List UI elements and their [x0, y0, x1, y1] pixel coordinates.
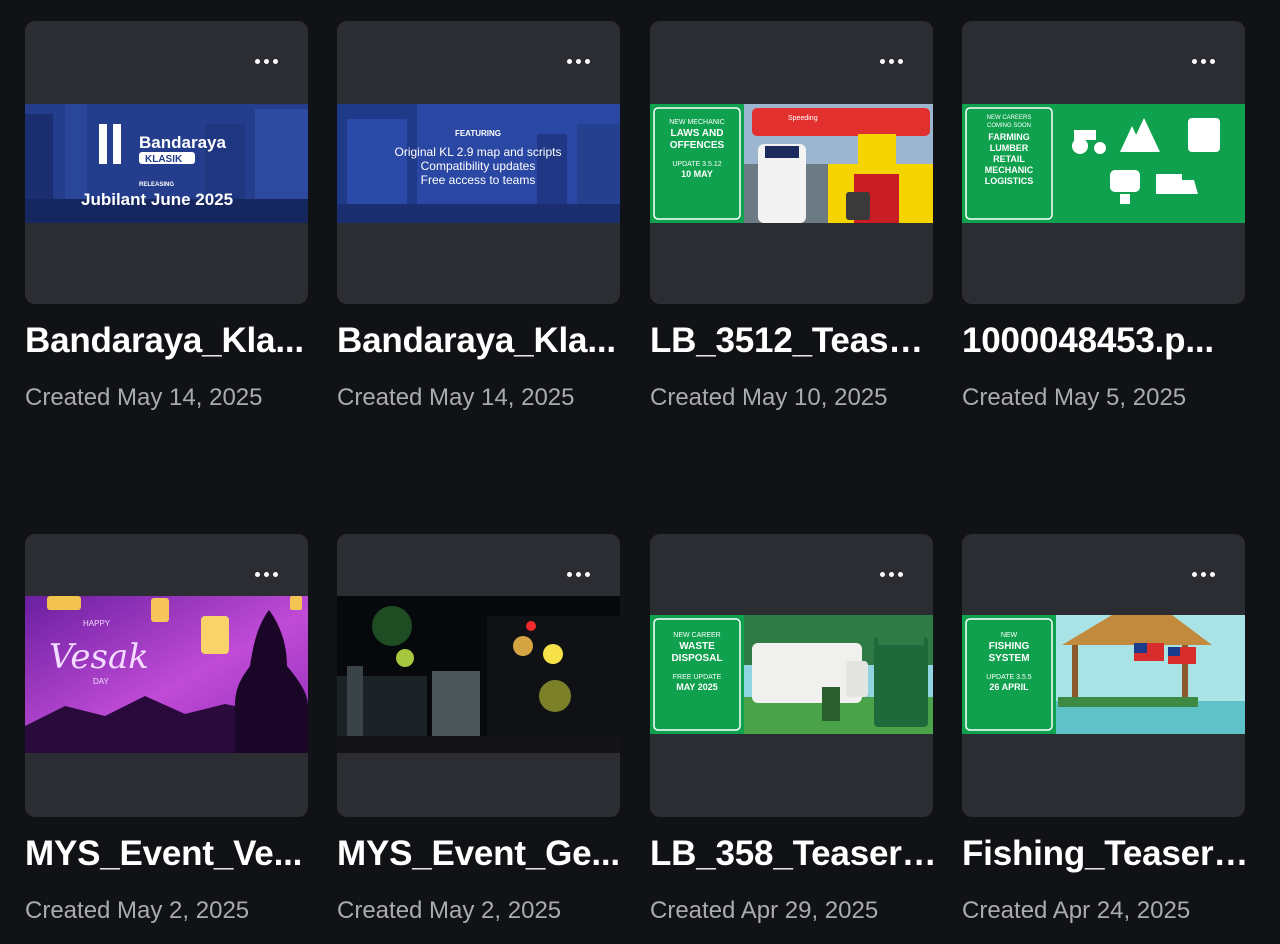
thumb-update2: 10 MAY: [681, 169, 713, 179]
ellipsis-horizontal-icon[interactable]: [1183, 49, 1223, 73]
asset-name[interactable]: 1000048453.p...: [962, 321, 1252, 361]
asset-name[interactable]: MYS_Event_Ge...: [337, 834, 627, 874]
asset-name[interactable]: Bandaraya_Kla...: [337, 321, 627, 361]
thumb-kicker1: NEW CAREERS: [987, 115, 1032, 121]
asset-name[interactable]: MYS_Event_Ve...: [25, 834, 315, 874]
thumb-line3: Free access to teams: [421, 173, 536, 187]
ellipsis-horizontal-icon[interactable]: [1183, 562, 1223, 586]
thumb-list-item: LUMBER: [990, 143, 1029, 153]
asset-tile[interactable]: NEW CAREERS COMING SOON FARMING LUMBER R…: [962, 21, 1245, 304]
thumb-list-item: LOGISTICS: [985, 176, 1034, 186]
asset-name[interactable]: Fishing_Teaser_...: [962, 834, 1252, 874]
thumb-list-item: MECHANIC: [985, 165, 1034, 175]
thumb-title1: WASTE: [679, 641, 715, 652]
asset-name[interactable]: LB_3512_Teaser...: [650, 321, 940, 361]
ellipsis-horizontal-icon[interactable]: [871, 49, 911, 73]
thumb-line2: Compatibility updates: [421, 159, 536, 173]
thumb-kicker: NEW MECHANIC: [669, 119, 725, 126]
thumb-title2: SYSTEM: [988, 653, 1029, 664]
thumb-happy: HAPPY: [83, 619, 111, 628]
thumb-day: DAY: [93, 677, 110, 686]
asset-tile[interactable]: HAPPY Vesak DAY: [25, 534, 308, 817]
thumbnail-image: FEATURING Original KL 2.9 map and script…: [337, 104, 620, 223]
thumbnail-image: NEW CAREERS COMING SOON FARMING LUMBER R…: [962, 104, 1245, 223]
thumb-update1: UPDATE 3.5.5: [986, 674, 1031, 681]
ellipsis-horizontal-icon[interactable]: [246, 49, 286, 73]
thumb-brand: Bandaraya: [139, 133, 226, 152]
thumbnail-image: NEW CAREER WASTE DISPOSAL FREE UPDATE MA…: [650, 615, 933, 734]
asset-created-date: Created May 2, 2025: [337, 897, 562, 924]
thumbnail-image: Bandaraya KLASIK RELEASING Jubilant June…: [25, 104, 308, 223]
asset-created-date: Created Apr 29, 2025: [650, 897, 879, 924]
thumb-update2: 26 APRIL: [989, 682, 1029, 692]
asset-created-date: Created May 14, 2025: [25, 384, 263, 411]
ellipsis-horizontal-icon[interactable]: [871, 562, 911, 586]
asset-name[interactable]: LB_358_Teaser_...: [650, 834, 940, 874]
flag-icon: [1168, 647, 1196, 664]
thumb-featuring: FEATURING: [455, 129, 501, 138]
thumb-title2: OFFENCES: [670, 140, 725, 151]
ellipsis-horizontal-icon[interactable]: [246, 562, 286, 586]
thumb-tag: KLASIK: [145, 154, 183, 165]
asset-tile[interactable]: Bandaraya KLASIK RELEASING Jubilant June…: [25, 21, 308, 304]
thumb-update1: FREE UPDATE: [673, 674, 722, 681]
asset-tile[interactable]: NEW FISHING SYSTEM UPDATE 3.5.5 26 APRIL: [962, 534, 1245, 817]
asset-created-date: Created May 10, 2025: [650, 384, 888, 411]
thumb-release: Jubilant June 2025: [81, 190, 233, 209]
asset-created-date: Created May 14, 2025: [337, 384, 575, 411]
thumb-title2: DISPOSAL: [671, 653, 722, 664]
asset-tile[interactable]: [337, 534, 620, 817]
thumb-alert: Speeding: [788, 115, 818, 122]
asset-created-date: Created May 5, 2025: [962, 384, 1187, 411]
thumb-update1: UPDATE 3.5.12: [672, 161, 721, 168]
ellipsis-horizontal-icon[interactable]: [558, 49, 598, 73]
thumbnail-image: HAPPY Vesak DAY: [25, 596, 308, 753]
thumbnail-image: [337, 596, 620, 753]
asset-tile[interactable]: NEW CAREER WASTE DISPOSAL FREE UPDATE MA…: [650, 534, 933, 817]
thumb-kicker: NEW: [1001, 632, 1018, 639]
thumb-line1: Original KL 2.9 map and scripts: [395, 145, 562, 159]
thumb-list-item: FARMING: [988, 132, 1030, 142]
asset-tile[interactable]: NEW MECHANIC LAWS AND OFFENCES UPDATE 3.…: [650, 21, 933, 304]
thumb-title1: LAWS AND: [671, 128, 724, 139]
thumb-update2: MAY 2025: [676, 682, 718, 692]
asset-created-date: Created May 2, 2025: [25, 897, 250, 924]
thumb-title: Vesak: [49, 637, 149, 677]
asset-created-date: Created Apr 24, 2025: [962, 897, 1191, 924]
thumbnail-image: NEW MECHANIC LAWS AND OFFENCES UPDATE 3.…: [650, 104, 933, 223]
asset-tile[interactable]: FEATURING Original KL 2.9 map and script…: [337, 21, 620, 304]
thumb-releasing: RELEASING: [139, 182, 174, 188]
thumbnail-image: NEW FISHING SYSTEM UPDATE 3.5.5 26 APRIL: [962, 615, 1245, 734]
thumb-list-item: RETAIL: [993, 154, 1025, 164]
thumb-title1: FISHING: [989, 641, 1030, 652]
flag-icon: [1134, 643, 1164, 661]
ellipsis-horizontal-icon[interactable]: [558, 562, 598, 586]
thumb-kicker: NEW CAREER: [673, 632, 720, 639]
asset-name[interactable]: Bandaraya_Kla...: [25, 321, 315, 361]
thumb-kicker2: COMING SOON: [987, 123, 1031, 129]
